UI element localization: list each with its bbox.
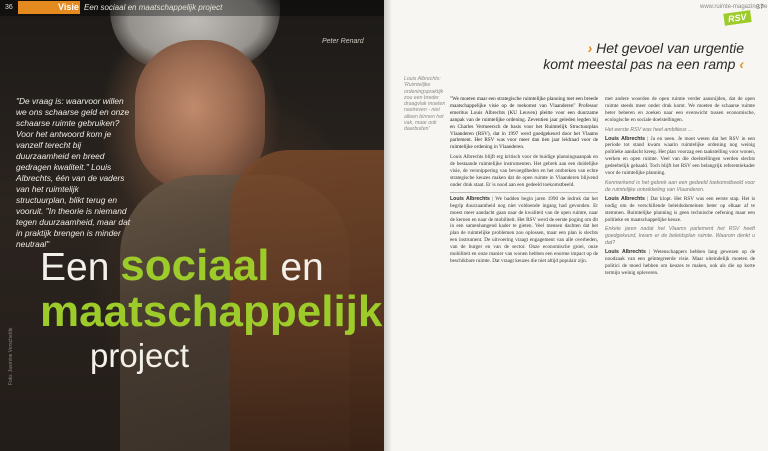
chevron-left-icon: ‹ [739, 56, 744, 72]
speaker-label: Louis Albrechts [605, 135, 646, 142]
running-title: Een sociaal en maatschappelijk project [84, 3, 223, 12]
author-name: Peter Renard [322, 38, 364, 45]
title-word-en: en [280, 246, 324, 289]
chevron-right-icon: › [587, 40, 593, 56]
answer-paragraph: Louis Albrechts | Dat klopt. Het RSV was… [605, 195, 755, 223]
answer-text: We hadden begin jaren 1990 de indruk dat… [450, 195, 598, 264]
rsv-logo: RSV [723, 10, 752, 26]
page-number-left: 36 [5, 4, 13, 11]
headline-line2: komt meestal pas na een ramp [543, 56, 736, 72]
right-page: www.ruimte-magazine.be 37 RSV › Het gevo… [384, 0, 768, 451]
title-word-sociaal: sociaal [120, 241, 270, 290]
title-line-project: project [90, 337, 190, 374]
headline-line1: Het gevoel van urgentie [596, 40, 744, 56]
speaker-label: Louis Albrechts [605, 249, 646, 256]
page-gutter [384, 0, 392, 451]
article-column-1: "We moeten maar een strategische ruimtel… [450, 96, 598, 268]
pull-quote: "De vraag is: waarvoor willen we ons sch… [16, 96, 131, 249]
article-title: Een sociaal en maatschappelijk project [40, 244, 384, 378]
page-number-right: 37 [756, 4, 764, 11]
headline: › Het gevoel van urgentie komt meestal p… [454, 40, 744, 72]
section-label: Visie [58, 2, 79, 12]
interview-question: Enkele jaren nadat het Vlaams parlement … [605, 226, 755, 247]
speaker-label: Louis Albrechts [450, 195, 490, 202]
intro-paragraph: "We moeten maar een strategische ruimtel… [450, 96, 598, 151]
interview-question: Het eerste RSV was heel ambitieus ... [605, 126, 693, 133]
photo-credit: Foto: Jasmine Verschelde [8, 327, 14, 385]
answer-paragraph: Louis Albrechts | Ja en neen. Je moet we… [605, 135, 755, 177]
section-tag: Visie [18, 1, 80, 14]
speaker-label: Louis Albrechts [605, 195, 645, 202]
title-word-een: Een [40, 246, 110, 289]
body-paragraph: Louis Albrechts blijft erg kritisch voor… [450, 154, 598, 188]
answer-paragraph: Louis Albrechts | We hadden begin jaren … [450, 195, 598, 264]
answer-text: Ja en neen. Je moet weten dat het RSV in… [605, 135, 755, 177]
magazine-spread: 36 Visie Een sociaal en maatschappelijk … [0, 0, 768, 451]
article-column-2: met andere woorden de open ruimte verder… [605, 96, 755, 280]
portrait-face [135, 40, 265, 190]
title-line-maatschappelijk: maatschappelijk [40, 287, 383, 336]
interview-question: Kenmerkend is het gebrek aan een gedeeld… [605, 179, 755, 193]
body-paragraph: met andere woorden de open ruimte verder… [605, 96, 755, 123]
answer-paragraph: Louis Albrechts | Wetenschappers hebben … [605, 249, 755, 276]
left-page-photo: 36 Visie Een sociaal en maatschappelijk … [0, 0, 384, 451]
divider [450, 191, 598, 193]
photo-caption: Louis Albrechts: 'Ruimtelijke ordeningsp… [404, 76, 446, 133]
